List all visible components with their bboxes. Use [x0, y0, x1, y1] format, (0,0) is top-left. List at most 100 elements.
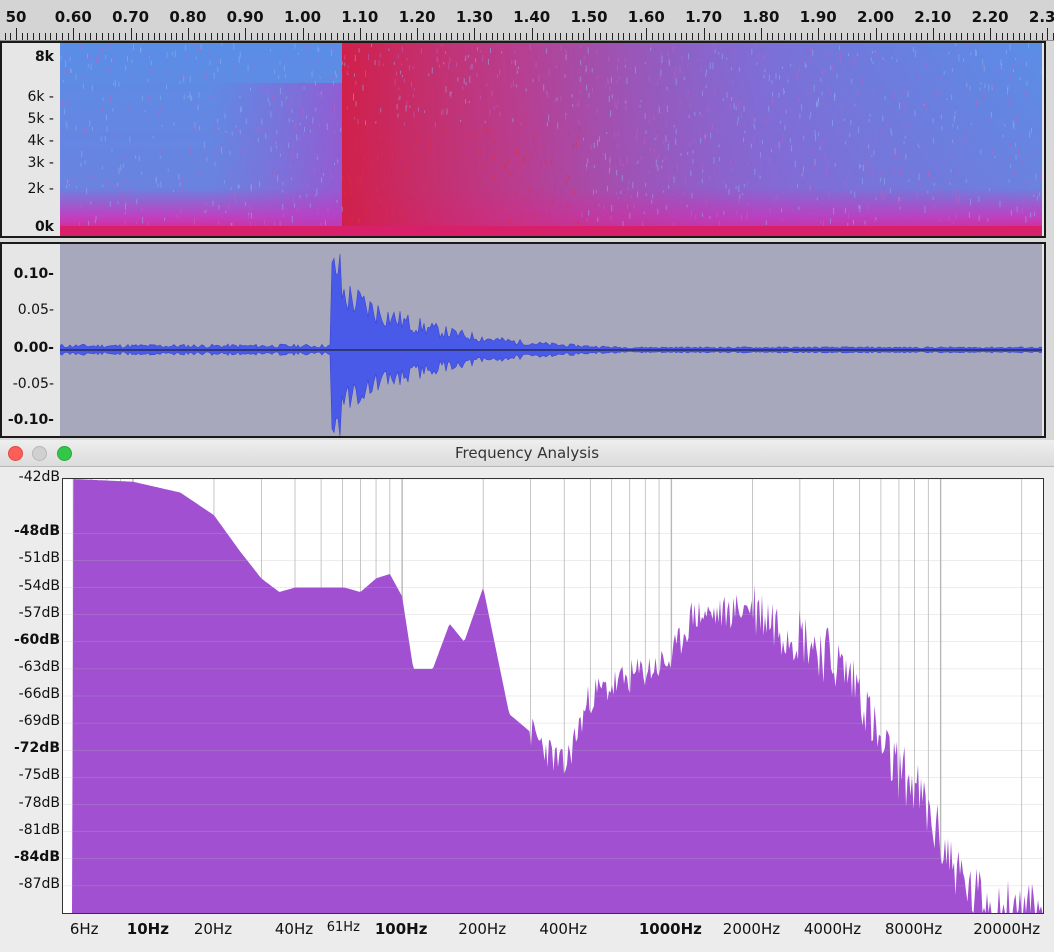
spectrogram-freq-label: 4k - [27, 133, 54, 149]
timeline-tick [405, 33, 407, 40]
timeline-tick [508, 33, 510, 40]
timeline-tick [308, 33, 310, 40]
timeline-tick [955, 33, 957, 40]
timeline-tick [124, 33, 126, 40]
timeline-tick [474, 28, 476, 40]
waveform-amp-label: -0.05- [12, 376, 54, 392]
timeline-tick [1030, 33, 1032, 40]
hz-axis-label: 6Hz [69, 920, 99, 938]
timeline-tick [268, 33, 270, 40]
timeline-tick [239, 33, 241, 40]
timeline-tick [336, 33, 338, 40]
timeline-tick [153, 33, 155, 40]
timeline-tick [531, 28, 533, 40]
timeline-tick [187, 28, 189, 40]
timeline-tick [136, 33, 138, 40]
timeline-tick [480, 33, 482, 40]
timeline-tick [354, 33, 356, 40]
timeline-tick [967, 33, 969, 40]
timeline-tick [21, 33, 23, 40]
timeline-tick [841, 33, 843, 40]
timeline-tick [451, 33, 453, 40]
timeline-tick [766, 33, 768, 40]
waveform-display[interactable] [60, 244, 1042, 436]
timeline-tick [881, 33, 883, 40]
timeline-tick [96, 33, 98, 40]
hz-axis-label: 20Hz [193, 920, 233, 938]
timeline-tick [348, 33, 350, 40]
timeline-tick [864, 33, 866, 40]
hz-axis-label: 100Hz [374, 920, 428, 938]
hz-axis-label: 2000Hz [722, 920, 781, 938]
timeline-tick [892, 33, 894, 40]
timeline-tick [359, 28, 361, 40]
timeline-tick [778, 33, 780, 40]
timeline-tick [159, 33, 161, 40]
timeline-tick [107, 33, 109, 40]
timeline-label: 1.00 [283, 8, 322, 26]
spectrogram-display[interactable] [60, 43, 1042, 236]
timeline-tick [634, 33, 636, 40]
timeline-tick [67, 33, 69, 40]
timeline-tick [600, 33, 602, 40]
hz-axis-label: 8000Hz [884, 920, 943, 938]
timeline-tick [703, 28, 705, 40]
timeline-tick [147, 33, 149, 40]
timeline-tick [411, 33, 413, 40]
waveform-amp-label: -0.10- [7, 412, 54, 428]
db-axis-label: -51dB [18, 550, 60, 567]
window-titlebar[interactable]: Frequency Analysis [0, 440, 1054, 467]
timeline-tick [256, 33, 258, 40]
spectrogram-freq-label: 3k - [27, 155, 54, 171]
timeline-tick [1047, 28, 1049, 40]
timeline-tick [273, 33, 275, 40]
timeline-tick [428, 33, 430, 40]
timeline-tick [525, 33, 527, 40]
timeline-tick [663, 33, 665, 40]
timeline-tick [457, 33, 459, 40]
timeline-tick [342, 33, 344, 40]
spectrogram-track[interactable]: 8k 6k - 5k - 4k - 3k - 2k - 0k [0, 41, 1046, 238]
timeline-tick [972, 33, 974, 40]
timeline-label: 1.70 [685, 8, 723, 26]
timeline-tick [921, 33, 923, 40]
timeline-ruler[interactable]: 50 0.60 0.70 0.80 0.90 1.00 1.10 1.20 1.30 1.40 1.… [0, 0, 1054, 41]
timeline-tick [646, 28, 648, 40]
timeline-tick [503, 33, 505, 40]
timeline-tick [233, 33, 235, 40]
timeline-label: 50 [5, 8, 27, 26]
waveform-track[interactable]: 0.10- 0.05- 0.00- -0.05- -0.10- [0, 242, 1046, 438]
db-axis-label: -57dB [18, 604, 60, 621]
timeline-tick [858, 33, 860, 40]
timeline-tick [16, 28, 17, 40]
timeline-tick [875, 28, 877, 40]
timeline-tick [606, 33, 608, 40]
timeline-tick [904, 33, 906, 40]
timeline-tick [291, 33, 293, 40]
timeline-tick [669, 33, 671, 40]
hz-axis-label: 4000Hz [803, 920, 862, 938]
timeline-tick [485, 33, 487, 40]
timeline-label: 2.20 [971, 8, 1009, 26]
timeline-tick [640, 33, 642, 40]
db-axis-label: -87dB [18, 875, 60, 892]
hz-axis-label: 400Hz [539, 920, 588, 938]
timeline-tick [520, 33, 522, 40]
timeline-tick [440, 33, 442, 40]
frequency-plot[interactable] [62, 478, 1044, 914]
db-axis-label: -54dB [18, 577, 60, 594]
db-axis-label: -84dB [14, 848, 60, 865]
timeline-tick [755, 33, 757, 40]
timeline-tick [27, 33, 29, 40]
timeline-tick [548, 33, 550, 40]
timeline-tick [79, 33, 81, 40]
db-axis-label: -75dB [18, 767, 60, 784]
timeline-tick [984, 33, 986, 40]
window-title: Frequency Analysis [454, 444, 600, 462]
hz-axis-label: 61Hz [326, 920, 360, 935]
timeline-label: 1.50 [570, 8, 608, 26]
timeline-tick [84, 33, 86, 40]
timeline-label: 1.20 [398, 8, 436, 26]
timeline-tick [944, 33, 946, 40]
timeline-tick [686, 33, 688, 40]
